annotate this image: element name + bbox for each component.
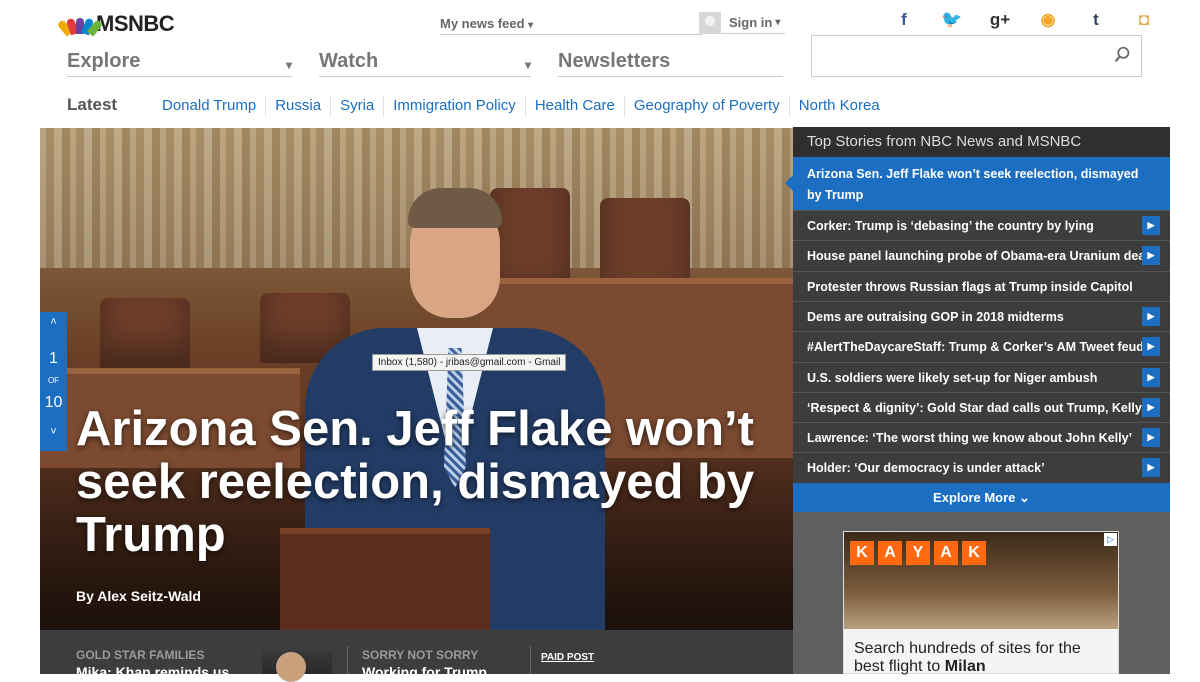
sign-in-button[interactable]: Sign in ▾ <box>699 11 785 34</box>
strip-thumbnail[interactable] <box>262 650 332 682</box>
top-story-item[interactable]: Lawrence: ‘The worst thing we know about… <box>793 422 1170 453</box>
ad-city: Milan <box>944 658 986 675</box>
search-icon[interactable] <box>1114 46 1131 63</box>
chevron-down-icon: ▾ <box>528 20 534 31</box>
topic-link[interactable]: Immigration Policy <box>384 95 526 117</box>
top-story-text: Dems are outraising GOP in 2018 midterms <box>807 309 1064 324</box>
top-stories-title: Top Stories from NBC News and MSNBC <box>793 127 1170 157</box>
search-input[interactable] <box>812 36 1102 76</box>
divider <box>347 646 348 674</box>
twitter-icon[interactable]: 🐦 <box>928 10 976 30</box>
top-story-text: Corker: Trump is ‘debasing’ the country … <box>807 219 1094 233</box>
watch-label: Watch <box>319 50 379 72</box>
topic-link[interactable]: Syria <box>331 95 385 117</box>
topic-links: Donald Trump Russia Syria Immigration Polic… <box>153 95 889 117</box>
play-icon[interactable]: ▶ <box>1142 458 1160 478</box>
slide-pager: ˄ 1 OF 10 ˅ <box>40 312 67 451</box>
search-box <box>811 35 1142 77</box>
peacock-icon <box>56 14 104 37</box>
social-links: f 🐦 g+ ◉ t ◘ <box>880 10 1168 30</box>
sign-in-label: Sign in <box>729 15 773 30</box>
facebook-icon[interactable]: f <box>880 10 928 30</box>
top-story-text: Holder: ‘Our democracy is under attack’ <box>807 461 1045 476</box>
news-feed-label: My news feed <box>440 16 525 31</box>
instagram-icon[interactable]: ◘ <box>1120 10 1168 30</box>
adchoices-icon[interactable]: ▷ <box>1104 533 1117 546</box>
top-story-item[interactable]: Holder: ‘Our democracy is under attack’ ▶ <box>793 452 1170 483</box>
play-icon[interactable]: ▶ <box>1142 337 1160 357</box>
chevron-down-icon[interactable]: ˅ <box>40 426 67 438</box>
top-story-item[interactable]: House panel launching probe of Obama-era… <box>793 240 1170 271</box>
explore-more-button[interactable]: Explore More ⌄ <box>793 483 1170 512</box>
top-story-item[interactable]: #AlertTheDaycareStaff: Trump & Corker’s … <box>793 331 1170 362</box>
chevron-down-icon: ⌄ <box>1019 490 1030 505</box>
strip-title[interactable]: Mika: Khan reminds us <box>76 664 229 680</box>
strip-kicker[interactable]: SORRY NOT SORRY <box>362 648 478 662</box>
play-icon[interactable]: ▶ <box>1142 306 1160 326</box>
play-icon[interactable]: ▶ <box>1142 216 1160 235</box>
pager-of: OF <box>47 376 60 385</box>
newsletters-label: Newsletters <box>558 50 671 72</box>
top-story-item[interactable]: Protester throws Russian flags at Trump … <box>793 270 1170 301</box>
newsletters-link[interactable]: Newsletters <box>558 50 783 77</box>
tumblr-icon[interactable]: t <box>1072 10 1120 30</box>
hero-byline[interactable]: By Alex Seitz-Wald <box>76 588 201 604</box>
paid-post-label[interactable]: PAID POST <box>541 652 594 663</box>
rss-icon[interactable]: ◉ <box>1024 10 1072 30</box>
top-story-text: Protester throws Russian flags at Trump … <box>807 279 1133 294</box>
top-story-text: ‘Respect & dignity’: Gold Star dad calls… <box>807 400 1142 415</box>
top-story-item[interactable]: ‘Respect & dignity’: Gold Star dad calls… <box>793 391 1170 422</box>
top-story-text: #AlertTheDaycareStaff: Trump & Corker’s … <box>807 340 1144 355</box>
explore-menu[interactable]: Explore ▾ <box>67 50 292 77</box>
topic-link[interactable]: Geography of Poverty <box>625 95 790 117</box>
topic-link[interactable]: Health Care <box>526 95 625 117</box>
kayak-letter: Y <box>906 541 930 565</box>
top-story-text: U.S. soldiers were likely set-up for Nig… <box>807 370 1098 385</box>
latest-label: Latest <box>67 95 118 114</box>
play-icon[interactable]: ▶ <box>1142 367 1160 387</box>
top-story-item[interactable]: Corker: Trump is ‘debasing’ the country … <box>793 210 1170 240</box>
chevron-down-icon: ▾ <box>524 58 531 72</box>
top-story-active[interactable]: Arizona Sen. Jeff Flake won’t seek reele… <box>785 157 1170 210</box>
hero-headline[interactable]: Arizona Sen. Jeff Flake won’t seek reele… <box>76 403 776 562</box>
my-news-feed-button[interactable]: My news feed ▾ <box>440 16 702 35</box>
watch-menu[interactable]: Watch ▾ <box>319 50 531 77</box>
top-story-item[interactable]: Dems are outraising GOP in 2018 midterms… <box>793 300 1170 331</box>
top-story-text: Lawrence: ‘The worst thing we know about… <box>807 431 1133 446</box>
chevron-down-icon: ▾ <box>775 17 781 28</box>
google-plus-icon[interactable]: g+ <box>976 10 1024 30</box>
divider <box>530 646 531 674</box>
strip-title[interactable]: Working for Trump <box>362 664 487 680</box>
explore-more-label: Explore More <box>933 490 1016 505</box>
top-story-item[interactable]: U.S. soldiers were likely set-up for Nig… <box>793 361 1170 392</box>
topic-link[interactable]: Donald Trump <box>153 95 267 117</box>
topic-link[interactable]: North Korea <box>790 95 889 117</box>
kayak-logo: KAYAK <box>850 541 986 565</box>
kayak-letter: K <box>850 541 874 565</box>
ad-text[interactable]: Search hundreds of sites for the best fl… <box>854 640 1114 676</box>
chevron-down-icon: ▾ <box>285 58 292 72</box>
logo-text: MSNBC <box>96 11 175 36</box>
topic-link[interactable]: Russia <box>266 95 332 117</box>
explore-label: Explore <box>67 50 141 72</box>
chevron-up-icon[interactable]: ˄ <box>40 316 67 328</box>
kayak-letter: A <box>878 541 902 565</box>
pager-current: 1 <box>49 350 58 367</box>
strip-kicker[interactable]: GOLD STAR FAMILIES <box>76 648 204 662</box>
msnbc-logo[interactable]: MSNBC <box>56 11 175 37</box>
play-icon[interactable]: ▶ <box>1142 428 1160 448</box>
play-icon[interactable]: ▶ <box>1142 246 1160 266</box>
pager-total: 10 <box>44 394 63 411</box>
tooltip: Inbox (1,580) - jribas@gmail.com - Gmail <box>372 354 567 371</box>
kayak-letter: A <box>934 541 958 565</box>
play-icon[interactable]: ▶ <box>1142 397 1160 417</box>
kayak-letter: K <box>962 541 986 565</box>
top-story-text: House panel launching probe of Obama-era… <box>807 249 1149 264</box>
avatar <box>699 11 721 34</box>
